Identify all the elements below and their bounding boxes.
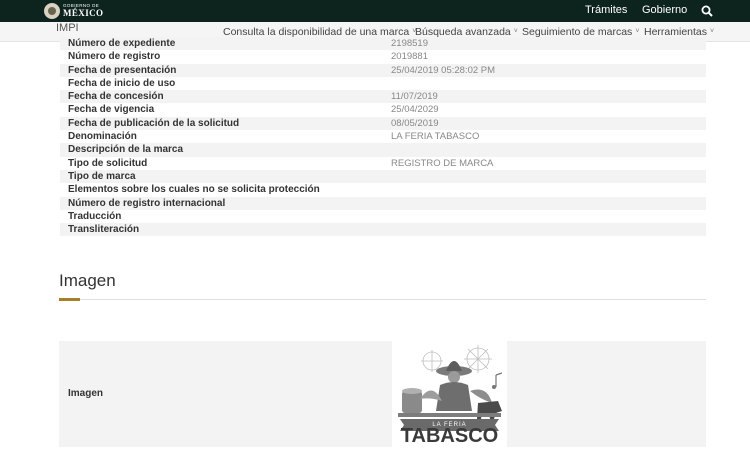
detail-row-registro-internacional: Número de registro internacional xyxy=(60,196,706,210)
detail-value: 11/07/2019 xyxy=(391,91,438,103)
detail-label: Número de registro internacional xyxy=(68,197,226,209)
detail-row-registro: Número de registro 2019881 xyxy=(60,50,706,63)
detail-row-traduccion: Traducción xyxy=(60,210,706,223)
image-row: Imagen LA FERIA TABASCO xyxy=(59,341,706,447)
detail-label: Denominación xyxy=(68,131,137,143)
logo-main-text: TABASCO xyxy=(400,425,499,447)
chevron-down-icon: ˅ xyxy=(513,28,518,35)
detail-row-transliteracion: Transliteración xyxy=(60,223,706,237)
detail-label: Fecha de concesión xyxy=(68,91,164,103)
detail-label: Elementos sobre los cuales no se solicit… xyxy=(68,184,320,196)
detail-row-elementos: Elementos sobre los cuales no se solicit… xyxy=(60,183,706,196)
detail-value: 25/04/2029 xyxy=(391,104,439,116)
gobierno-de-mexico-logo[interactable]: GOBIERNO DE MÉXICO xyxy=(44,2,103,20)
section-title-imagen: Imagen xyxy=(59,271,116,290)
detail-label: Tipo de marca xyxy=(68,170,136,182)
detail-row-inicio-uso: Fecha de inicio de uso xyxy=(60,77,706,90)
detail-value: LA FERIA TABASCO xyxy=(391,131,480,143)
detail-label: Fecha de inicio de uso xyxy=(68,77,176,89)
detail-row-publicacion: Fecha de publicación de la solicitud 08/… xyxy=(60,116,706,131)
detail-row-presentacion: Fecha de presentación 25/04/2019 05:28:0… xyxy=(60,63,706,77)
trademark-logo-image[interactable]: LA FERIA TABASCO xyxy=(392,341,507,447)
detail-label: Descripción de la marca xyxy=(68,144,184,156)
image-row-label: Imagen xyxy=(68,388,104,399)
detail-label: Transliteración xyxy=(68,224,140,236)
eagle-emblem-icon xyxy=(44,3,60,19)
detail-value: REGISTRO DE MARCA xyxy=(391,157,494,169)
detail-value: 25/04/2019 05:28:02 PM xyxy=(391,64,496,76)
trademark-detail-table: Número de expediente 2198519 Número de r… xyxy=(60,37,706,237)
chevron-down-icon: ˅ xyxy=(635,28,640,35)
detail-row-descripcion: Descripción de la marca xyxy=(60,143,706,157)
detail-label: Fecha de vigencia xyxy=(68,104,155,116)
section-accent-bar xyxy=(59,298,80,301)
detail-row-vigencia: Fecha de vigencia 25/04/2029 xyxy=(60,103,706,116)
section-divider xyxy=(59,299,706,300)
detail-row-expediente: Número de expediente 2198519 xyxy=(60,37,706,51)
detail-value: 2019881 xyxy=(391,51,428,63)
search-icon[interactable] xyxy=(701,5,713,17)
chevron-down-icon: ˅ xyxy=(710,28,715,35)
detail-label: Número de registro xyxy=(68,51,161,63)
detail-value: 2198519 xyxy=(391,38,428,49)
link-tramites[interactable]: Trámites xyxy=(585,4,627,16)
detail-label: Número de expediente xyxy=(68,38,176,49)
gov-top-bar: GOBIERNO DE MÉXICO Trámites Gobierno xyxy=(0,0,750,22)
detail-label: Tipo de solicitud xyxy=(68,157,148,169)
impi-brand-link[interactable]: IMPI xyxy=(56,22,79,34)
logo-big-text: MÉXICO xyxy=(63,7,104,18)
detail-label: Traducción xyxy=(68,210,122,222)
detail-row-denominacion: Denominación LA FERIA TABASCO xyxy=(60,130,706,143)
detail-label: Fecha de publicación de la solicitud xyxy=(68,117,240,129)
detail-row-tipo-solicitud: Tipo de solicitud REGISTRO DE MARCA xyxy=(60,157,706,170)
link-gobierno[interactable]: Gobierno xyxy=(642,4,687,16)
detail-row-concesion: Fecha de concesión 11/07/2019 xyxy=(60,90,706,104)
detail-value: 08/05/2019 xyxy=(391,117,439,129)
detail-row-tipo-marca: Tipo de marca xyxy=(60,169,706,184)
detail-label: Fecha de presentación xyxy=(68,64,177,76)
